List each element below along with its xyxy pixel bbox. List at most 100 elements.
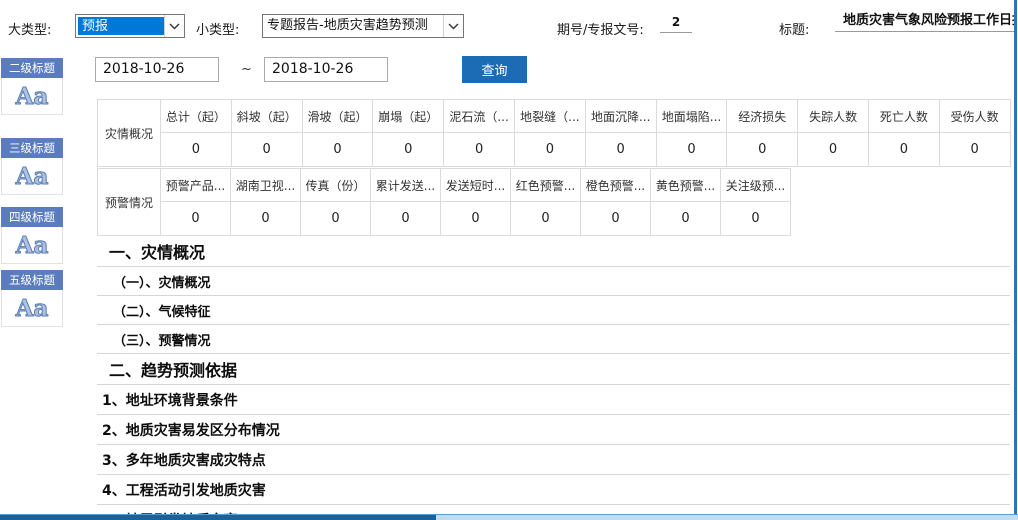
table-cell-value: 0 (161, 202, 231, 236)
table-column-header: 关注级预... (721, 169, 791, 202)
sidebar-item-label[interactable]: 三级标题 (1, 138, 63, 158)
outline-section-row[interactable]: 3、多年地质灾害成灾特点 (97, 445, 1010, 475)
major-type-value: 预报 (78, 17, 164, 35)
table-column-header: 累计发送... (371, 169, 441, 202)
text-style-aa-icon: Aa (16, 297, 49, 320)
outline-section-title: 一、灾情概况 (109, 239, 205, 263)
horizontal-scrollbar-track[interactable] (436, 515, 1018, 520)
report-editor-page: 大类型: 预报 小类型: 专题报告-地质灾害趋势预测 期号/专报文号: 2 标题… (0, 0, 1018, 520)
sidebar-item-label[interactable]: 四级标题 (1, 207, 63, 227)
outline-section-title: 4、工程活动引发地质灾害 (102, 480, 266, 500)
table-column-header: 经济损失 (727, 100, 798, 133)
table-column-header: 崩塌（起） (373, 100, 444, 133)
major-type-select[interactable]: 预报 (75, 14, 185, 38)
sidebar-item-body[interactable]: Aa (1, 78, 63, 115)
table-column-header: 地面沉降... (585, 100, 656, 133)
table-column-header: 地面塌陷... (656, 100, 727, 133)
outline-section-row[interactable]: （二）、气候特征 (97, 296, 1010, 325)
document-outline: 一、灾情概况 （一）、灾情概况 （二）、气候特征 （三）、预警情况二、趋势预测依据 1、… (97, 236, 1010, 520)
title-field[interactable]: 地质灾害气象风险预报工作日报 (835, 11, 1016, 32)
minor-type-value: 专题报告-地质灾害趋势预测 (263, 16, 443, 36)
sidebar-item-body[interactable]: Aa (1, 227, 63, 264)
outline-section-row[interactable]: （一）、灾情概况 (97, 267, 1010, 296)
table-column-header: 橙色预警... (581, 169, 651, 202)
outline-section-row[interactable]: 2、地质灾害易发区分布情况 (97, 415, 1010, 445)
table-cell-value: 0 (302, 133, 373, 167)
table-column-header: 受伤人数 (939, 100, 1010, 133)
summary-table-disaster: 灾情概况总计（起）斜坡（起）滑坡（起）崩塌（起）泥石流（...地裂缝（...地面… (97, 99, 1011, 167)
table-cell-value: 0 (581, 202, 651, 236)
text-style-aa-icon: Aa (16, 165, 49, 188)
date-to-input[interactable]: 2018-10-26 (264, 57, 388, 82)
chevron-down-icon[interactable] (164, 15, 184, 37)
table-column-header: 黄色预警... (651, 169, 721, 202)
summary-table-warning: 预警情况预警产品...湖南卫视...传真（份）累计发送...发送短时...红色预… (97, 168, 791, 236)
table-cell-value: 0 (301, 202, 371, 236)
outline-section-title: 2、地质灾害易发区分布情况 (102, 420, 280, 440)
outline-section-row[interactable]: 一、灾情概况 (97, 236, 1010, 267)
outline-section-row[interactable]: 4、工程活动引发地质灾害 (97, 475, 1010, 505)
text-style-aa-icon: Aa (16, 85, 49, 108)
sidebar-item-h3[interactable]: 三级标题 Aa (1, 138, 63, 195)
date-range-separator: ~ (241, 62, 252, 77)
issue-number-field[interactable]: 2 (660, 12, 692, 33)
table-cell-value: 0 (373, 133, 444, 167)
table-column-header: 滑坡（起） (302, 100, 373, 133)
table-cell-value: 0 (727, 133, 798, 167)
table-column-header: 传真（份） (301, 169, 371, 202)
table-column-header: 失踪人数 (798, 100, 869, 133)
outline-section-row[interactable]: （三）、预警情况 (97, 325, 1010, 354)
table-column-header: 预警产品... (161, 169, 231, 202)
table-row-label: 灾情概况 (98, 100, 161, 167)
outline-section-title: 二、趋势预测依据 (109, 357, 237, 381)
date-from-input[interactable]: 2018-10-26 (95, 57, 219, 82)
panel-right-border (1014, 0, 1017, 520)
table-cell-value: 0 (651, 202, 721, 236)
outline-section-row[interactable]: 1、地址环境背景条件 (97, 385, 1010, 415)
sidebar-item-label[interactable]: 五级标题 (1, 270, 63, 290)
horizontal-scrollbar-thumb[interactable] (0, 515, 436, 520)
table-cell-value: 0 (161, 133, 232, 167)
table-cell-value: 0 (798, 133, 869, 167)
table-cell-value: 0 (231, 133, 302, 167)
table-cell-value: 0 (511, 202, 581, 236)
table-column-header: 湖南卫视... (231, 169, 301, 202)
query-button[interactable]: 查询 (462, 56, 527, 83)
table-column-header: 红色预警... (511, 169, 581, 202)
sidebar-item-h4[interactable]: 四级标题 Aa (1, 207, 63, 264)
table-cell-value: 0 (441, 202, 511, 236)
table-column-header: 总计（起） (161, 100, 232, 133)
sidebar-item-h5[interactable]: 五级标题 Aa (1, 270, 63, 327)
table-cell-value: 0 (514, 133, 585, 167)
sidebar-item-h2[interactable]: 二级标题 Aa (1, 58, 63, 115)
issue-number-label: 期号/专报文号: (557, 19, 644, 38)
table-cell-value: 0 (721, 202, 791, 236)
table-column-header: 死亡人数 (868, 100, 939, 133)
sidebar-item-body[interactable]: Aa (1, 290, 63, 327)
title-label: 标题: (779, 19, 809, 38)
minor-type-label: 小类型: (196, 19, 239, 38)
outline-section-title: （二）、气候特征 (113, 301, 211, 320)
table-cell-value: 0 (585, 133, 656, 167)
table-column-header: 发送短时... (441, 169, 511, 202)
table-column-header: 斜坡（起） (231, 100, 302, 133)
outline-section-row[interactable]: 二、趋势预测依据 (97, 354, 1010, 385)
minor-type-select[interactable]: 专题报告-地质灾害趋势预测 (262, 14, 464, 38)
table-cell-value: 0 (656, 133, 727, 167)
table-cell-value: 0 (231, 202, 301, 236)
table-cell-value: 0 (939, 133, 1010, 167)
table-row-label: 预警情况 (98, 169, 161, 236)
outline-section-title: （三）、预警情况 (113, 330, 211, 349)
outline-section-title: （一）、灾情概况 (113, 272, 211, 291)
sidebar-item-label[interactable]: 二级标题 (1, 58, 63, 78)
table-column-header: 泥石流（... (444, 100, 515, 133)
table-column-header: 地裂缝（... (514, 100, 585, 133)
sidebar-item-body[interactable]: Aa (1, 158, 63, 195)
outline-section-title: 3、多年地质灾害成灾特点 (102, 450, 266, 470)
text-style-aa-icon: Aa (16, 234, 49, 257)
outline-section-title: 1、地址环境背景条件 (102, 390, 238, 410)
table-cell-value: 0 (371, 202, 441, 236)
chevron-down-icon[interactable] (443, 15, 463, 37)
table-cell-value: 0 (444, 133, 515, 167)
major-type-label: 大类型: (8, 19, 51, 38)
